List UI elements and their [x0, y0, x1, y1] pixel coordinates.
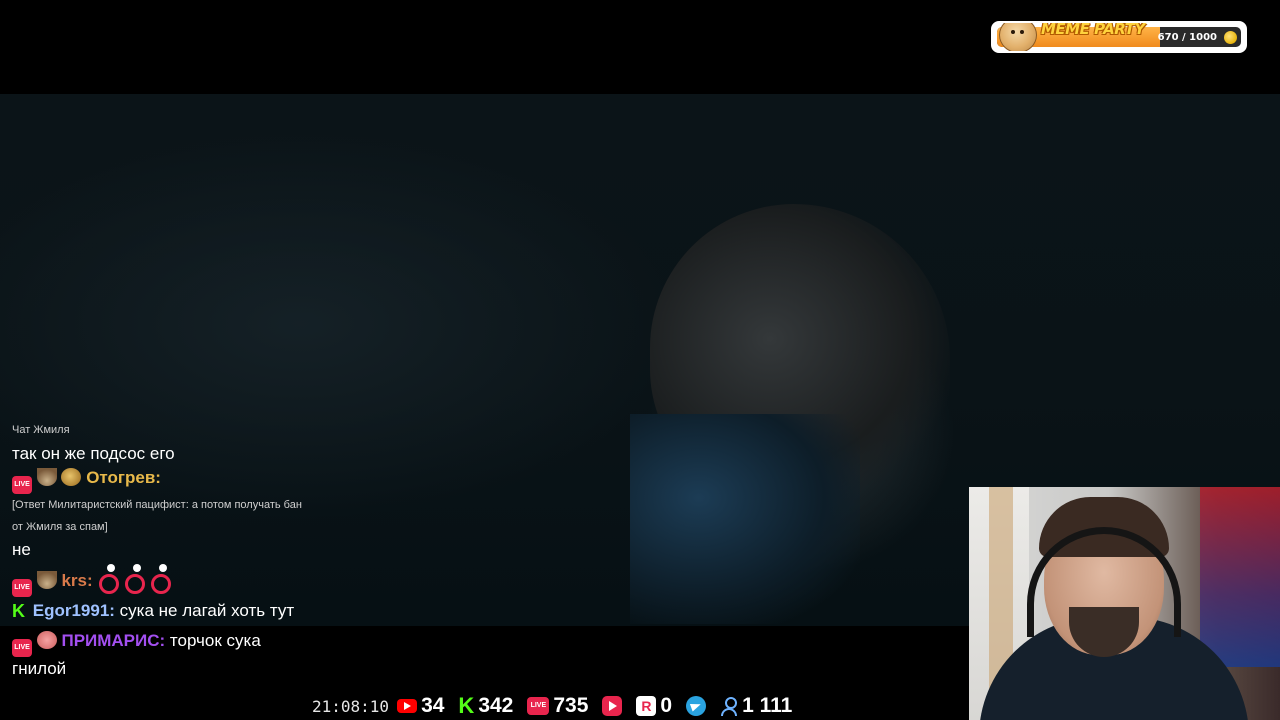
kick-icon: K — [12, 601, 25, 621]
rumble-icon: R — [636, 696, 657, 716]
chat-title: Чат Жмиля — [12, 424, 70, 436]
bowl-emote-icon — [36, 571, 57, 589]
video-figure-body — [630, 414, 860, 624]
kick-icon: K — [458, 693, 475, 718]
youtube-icon — [397, 699, 418, 713]
meme-party-badge: MEME PARTY 670 / 1000 — [991, 21, 1247, 53]
total-viewer-count: 1 111 — [742, 694, 793, 717]
chat-reply-quote: [Ответ Милитаристский пацифист: а потом … — [12, 499, 302, 533]
chat-overlay: Чат Жмиля так он же подсос его LIVE Отог… — [12, 424, 312, 681]
chat-message-text: сука не лагай хоть тут — [119, 601, 295, 620]
kick-viewers: K 342 — [458, 694, 513, 718]
telegram-icon — [686, 696, 707, 716]
vk-live-viewers: LIVE 735 — [527, 694, 588, 718]
wheelchair-emote-icon — [149, 564, 175, 594]
rumble-viewers: R 0 — [636, 694, 672, 718]
youtube-viewer-count: 34 — [421, 694, 445, 717]
chat-message: так он же подсос его — [12, 442, 312, 466]
chat-message-text: так он же подсос его — [12, 444, 175, 463]
live-icon: LIVE — [12, 476, 32, 494]
coin-icon — [1224, 31, 1237, 44]
doge-icon — [999, 23, 1037, 51]
total-viewers: 1 111 — [720, 694, 792, 718]
telegram-stat — [686, 696, 707, 716]
bowl-emote-icon — [36, 468, 57, 486]
badge-title: MEME PARTY — [1041, 21, 1145, 38]
live-icon: LIVE — [12, 579, 32, 597]
stream-stats-bar: 21:08:10 34 K 342 LIVE 735 R 0 1 111 — [312, 694, 806, 718]
badge-progress-text: 670 / 1000 — [1157, 32, 1217, 43]
vkplay-stat — [602, 696, 623, 716]
vk-live-icon: LIVE — [527, 697, 550, 715]
chat-username: Egor1991: — [32, 601, 115, 620]
chat-username: krs: — [61, 571, 93, 590]
youtube-viewers: 34 — [397, 694, 444, 718]
vk-live-viewer-count: 735 — [553, 694, 589, 717]
chat-message-text: не — [12, 540, 31, 559]
chat-message: LIVE Отогрев: — [12, 466, 312, 494]
vk-play-icon — [602, 696, 623, 716]
cookie-emote-icon — [61, 468, 82, 486]
stream-clock: 21:08:10 — [312, 696, 390, 716]
wheelchair-emote-icon — [123, 564, 149, 594]
chat-message: K Egor1991: сука не лагай хоть тут — [12, 599, 312, 623]
kick-viewer-count: 342 — [478, 694, 514, 717]
wheelchair-emote-icon — [97, 564, 123, 594]
chat-username: Отогрев: — [86, 468, 161, 487]
webcam-flag — [1200, 487, 1280, 667]
chat-message: не — [12, 538, 312, 562]
rumble-viewer-count: 0 — [660, 694, 673, 717]
chat-username: ПРИМАРИС: — [61, 631, 166, 650]
chat-message: LIVE krs: — [12, 564, 312, 597]
user-icon — [720, 696, 738, 716]
streamer-webcam — [969, 487, 1280, 720]
live-icon: LIVE — [12, 639, 32, 657]
chat-message: LIVE ПРИМАРИС: торчок сука гнилой — [12, 629, 312, 681]
brain-emote-icon — [36, 631, 57, 649]
